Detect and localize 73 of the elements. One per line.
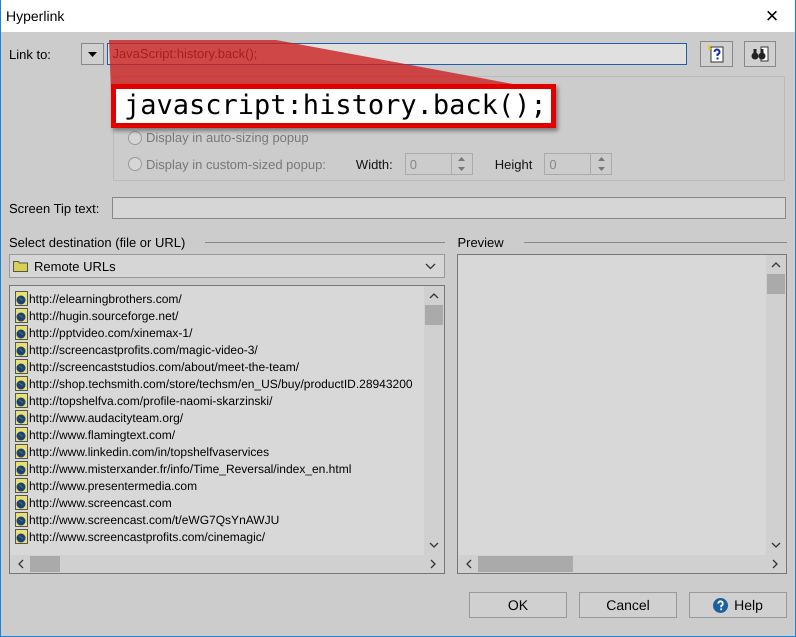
height-label: Height: [494, 156, 532, 172]
globe-icon: [15, 376, 28, 391]
globe-icon: [15, 427, 28, 442]
chevron-down-icon: [425, 262, 436, 270]
scroll-thumb[interactable]: [478, 556, 574, 572]
preview-label: Preview: [457, 234, 504, 250]
radio-label: Display in custom-sized popup:: [146, 156, 326, 172]
width-label: Width:: [356, 156, 393, 172]
horizontal-scrollbar[interactable]: [458, 555, 786, 573]
caret-icon: [88, 52, 98, 56]
globe-icon: [15, 495, 28, 510]
vertical-scrollbar[interactable]: [766, 255, 786, 555]
url-item[interactable]: http://topshelfva.com/profile-naomi-skarzinski/: [15, 392, 424, 409]
dialog-button[interactable]: Help: [689, 592, 787, 618]
url-item[interactable]: http://pptvideo.com/xinemax-1/: [15, 324, 424, 341]
chevron-up-icon: [771, 262, 781, 268]
link-to-label: Link to:: [9, 46, 52, 62]
link-type-dropdown[interactable]: [80, 43, 104, 65]
url-item[interactable]: http://shop.techsmith.com/store/techsm/en_US/buy/productID.28943200: [15, 375, 424, 392]
globe-icon: [15, 512, 28, 527]
dialog-button[interactable]: OK: [469, 592, 567, 618]
folder-dropdown[interactable]: Remote URLs: [9, 254, 446, 278]
url-item[interactable]: http://www.presentermedia.com: [15, 477, 424, 494]
globe-icon: [15, 325, 28, 340]
destination-label: Select destination (file or URL): [9, 234, 186, 250]
up-down-arrows-icon: [457, 155, 466, 173]
help-icon: [713, 598, 728, 612]
url-item[interactable]: http://www.screencastprofits.com/cinemagic/: [15, 528, 424, 545]
chevron-right-icon: [430, 559, 436, 569]
url-item[interactable]: http://www.misterxander.fr/info/Time_Reversal/index_en.html: [15, 460, 424, 477]
globe-icon: [15, 291, 28, 306]
scroll-thumb[interactable]: [30, 556, 60, 572]
screen-tip-field[interactable]: [112, 197, 786, 219]
chevron-right-icon: [772, 559, 778, 569]
globe-icon: [15, 342, 28, 357]
globe-icon: [15, 359, 28, 374]
scroll-thumb[interactable]: [425, 305, 444, 325]
url-item[interactable]: http://hugin.sourceforge.net/: [15, 307, 424, 324]
up-down-arrows-icon: [596, 155, 606, 173]
url-item[interactable]: http://elearningbrothers.com/: [15, 290, 424, 307]
close-button[interactable]: ×: [749, 0, 795, 32]
globe-icon: [15, 529, 28, 544]
globe-icon: [15, 308, 28, 323]
help-document-icon: [707, 45, 726, 63]
globe-icon: [15, 410, 28, 425]
chevron-down-icon: [771, 542, 781, 548]
chevron-up-icon: [429, 293, 440, 299]
vertical-scrollbar[interactable]: [424, 286, 444, 555]
url-item[interactable]: http://screencaststudios.com/about/meet-the-team/: [15, 358, 424, 375]
browse-button[interactable]: [744, 41, 776, 67]
radio-label: Display in auto-sizing popup: [146, 130, 309, 145]
horizontal-scrollbar[interactable]: [10, 555, 444, 573]
dialog-button[interactable]: Cancel: [579, 592, 677, 618]
scroll-thumb[interactable]: [767, 274, 785, 294]
globe-icon: [15, 461, 28, 476]
url-item[interactable]: http://www.screencast.com: [15, 494, 424, 511]
binoculars-icon: [750, 46, 769, 62]
url-item[interactable]: http://www.linkedin.com/in/topshelfvaservices: [15, 443, 424, 460]
url-item[interactable]: http://www.screencast.com/t/eWG7QsYnAWJU: [15, 511, 424, 528]
callout-box: javascript:history.back();: [111, 84, 556, 128]
chevron-left-icon: [466, 559, 472, 569]
chevron-left-icon: [18, 559, 24, 569]
url-item[interactable]: http://www.flamingtext.com/: [15, 426, 424, 443]
globe-icon: [15, 393, 28, 408]
url-item[interactable]: http://screencastprofits.com/magic-video-3/: [15, 341, 424, 358]
globe-icon: [15, 478, 28, 493]
screen-tip-label: Screen Tip text:: [9, 200, 100, 216]
help-page-button[interactable]: [700, 41, 732, 67]
chevron-down-icon: [429, 542, 440, 548]
folder-icon: [13, 260, 28, 272]
url-item[interactable]: http://www.audacityteam.org/: [15, 409, 424, 426]
globe-icon: [15, 444, 28, 459]
window-title: Hyperlink: [6, 8, 64, 24]
